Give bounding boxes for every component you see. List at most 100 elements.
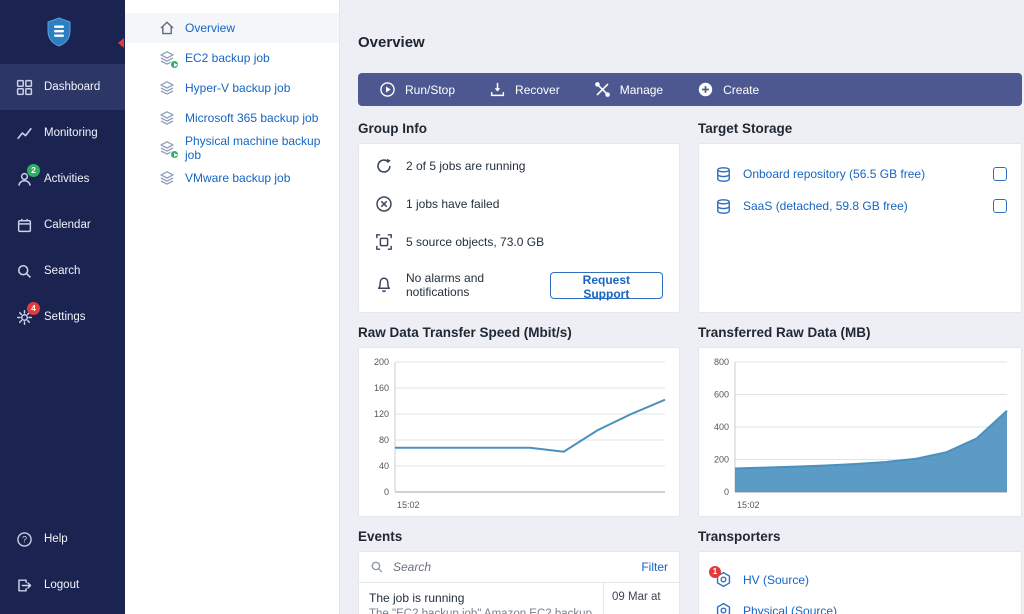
svg-text:800: 800 xyxy=(714,357,729,367)
sidebar-item-help[interactable]: Help xyxy=(0,516,125,562)
tools-icon xyxy=(594,81,611,98)
search-icon xyxy=(15,262,33,280)
job-item-label: Physical machine backup job xyxy=(185,134,339,162)
events-panel: Filter The job is running The "EC2 backu… xyxy=(358,551,680,614)
job-item-overview[interactable]: Overview xyxy=(125,13,339,43)
storage-checkbox[interactable] xyxy=(993,167,1007,181)
status-text: 5 source objects, 73.0 GB xyxy=(406,235,544,249)
storage-link[interactable]: Onboard repository (56.5 GB free) xyxy=(743,167,925,181)
sidebar-item-search[interactable]: Search xyxy=(0,248,125,294)
collapse-sidebar-icon[interactable] xyxy=(118,38,124,48)
toolbar-button-label: Manage xyxy=(620,83,663,97)
job-list: Overview EC2 backup job Hyper-V backup j… xyxy=(125,0,340,614)
svg-text:400: 400 xyxy=(714,422,729,432)
page-title: Overview xyxy=(358,34,1022,51)
transporter-row-hv: 1 HV (Source) xyxy=(715,564,1005,595)
toolbar: Run/Stop Recover Manage Create xyxy=(358,73,1022,106)
download-icon xyxy=(489,81,506,98)
user-icon: 2 xyxy=(15,170,33,188)
transporter-link[interactable]: HV (Source) xyxy=(743,573,809,587)
running-status-icon xyxy=(170,60,179,69)
backup-job-icon xyxy=(159,140,175,156)
main-content: Overview Run/Stop Recover Manage Create xyxy=(340,0,1024,614)
transporter-icon xyxy=(715,602,732,614)
events-search-input[interactable] xyxy=(393,560,632,574)
transferred-chart-title: Transferred Raw Data (MB) xyxy=(698,325,1022,347)
run-stop-button[interactable]: Run/Stop xyxy=(362,73,472,106)
job-item-hyperv[interactable]: Hyper-V backup job xyxy=(125,73,339,103)
backup-job-icon xyxy=(159,110,175,126)
svg-text:80: 80 xyxy=(379,435,389,445)
recover-button[interactable]: Recover xyxy=(472,73,577,106)
svg-text:200: 200 xyxy=(374,357,389,367)
target-storage-title: Target Storage xyxy=(698,121,1022,143)
event-title: The job is running xyxy=(369,591,593,605)
job-item-label: Overview xyxy=(185,21,235,35)
storage-link[interactable]: SaaS (detached, 59.8 GB free) xyxy=(743,199,908,213)
sidebar-item-label: Search xyxy=(44,265,80,277)
transporter-link[interactable]: Physical (Source) xyxy=(743,604,837,614)
job-item-vmware[interactable]: VMware backup job xyxy=(125,163,339,193)
job-item-label: Hyper-V backup job xyxy=(185,81,290,95)
event-row[interactable]: The job is running The "EC2 backup job" … xyxy=(359,583,679,614)
job-item-label: Microsoft 365 backup job xyxy=(185,111,318,125)
jobs-running-status: 2 of 5 jobs are running xyxy=(375,157,663,175)
sidebar-item-activities[interactable]: 2 Activities xyxy=(0,156,125,202)
sidebar-item-monitoring[interactable]: Monitoring xyxy=(0,110,125,156)
storage-row-onboard: Onboard repository (56.5 GB free) xyxy=(715,158,1007,190)
sidebar-item-settings[interactable]: 4 Settings xyxy=(0,294,125,340)
app-window: Dashboard Monitoring 2 Activities Calend… xyxy=(0,0,1024,614)
shield-logo-icon xyxy=(46,17,72,47)
sidebar-item-label: Calendar xyxy=(44,219,91,231)
manage-button[interactable]: Manage xyxy=(577,73,680,106)
sidebar-item-label: Monitoring xyxy=(44,127,98,139)
status-text: 2 of 5 jobs are running xyxy=(406,159,525,173)
calendar-icon xyxy=(15,216,33,234)
error-circle-icon xyxy=(375,195,393,213)
bell-icon xyxy=(375,276,393,294)
transporters-title: Transporters xyxy=(698,529,1022,551)
create-button[interactable]: Create xyxy=(680,73,776,106)
storage-checkbox[interactable] xyxy=(993,199,1007,213)
sidebar-item-label: Dashboard xyxy=(44,81,100,93)
toolbar-button-label: Recover xyxy=(515,83,560,97)
home-icon xyxy=(159,20,175,36)
transporter-row-physical: Physical (Source) xyxy=(715,595,1005,614)
jobs-failed-status: 1 jobs have failed xyxy=(375,195,663,213)
job-item-label: VMware backup job xyxy=(185,171,290,185)
play-circle-icon xyxy=(379,81,396,98)
job-item-ec2[interactable]: EC2 backup job xyxy=(125,43,339,73)
request-support-button[interactable]: Request Support xyxy=(550,272,663,299)
activities-count-badge: 2 xyxy=(27,164,40,177)
events-title: Events xyxy=(358,529,680,551)
chart-line-icon xyxy=(15,124,33,142)
svg-text:120: 120 xyxy=(374,409,389,419)
backup-job-icon xyxy=(159,50,175,66)
transporters-panel: 1 HV (Source) Physical (Source) xyxy=(698,551,1022,614)
transferred-chart: 020040060080015:02 xyxy=(699,348,1021,516)
sidebar: Dashboard Monitoring 2 Activities Calend… xyxy=(0,0,125,614)
svg-text:200: 200 xyxy=(714,455,729,465)
sidebar-item-label: Settings xyxy=(44,311,86,323)
job-item-physical[interactable]: Physical machine backup job xyxy=(125,133,339,163)
sidebar-nav: Dashboard Monitoring 2 Activities Calend… xyxy=(0,64,125,340)
status-text: No alarms and notifications xyxy=(406,271,537,299)
app-logo xyxy=(0,0,125,64)
events-filter-link[interactable]: Filter xyxy=(641,560,668,574)
sidebar-item-calendar[interactable]: Calendar xyxy=(0,202,125,248)
sidebar-item-logout[interactable]: Logout xyxy=(0,562,125,608)
repository-icon xyxy=(715,166,732,183)
speed-chart-title: Raw Data Transfer Speed (Mbit/s) xyxy=(358,325,680,347)
sidebar-bottom: Help Logout xyxy=(0,516,125,614)
dashboard-grid-icon xyxy=(15,78,33,96)
svg-text:40: 40 xyxy=(379,461,389,471)
job-item-microsoft365[interactable]: Microsoft 365 backup job xyxy=(125,103,339,133)
events-search-bar: Filter xyxy=(359,552,679,583)
toolbar-button-label: Create xyxy=(723,83,759,97)
gear-icon: 4 xyxy=(15,308,33,326)
group-info-panel: 2 of 5 jobs are running 1 jobs have fail… xyxy=(358,143,680,313)
group-info-title: Group Info xyxy=(358,121,680,143)
help-icon xyxy=(15,530,33,548)
sidebar-item-dashboard[interactable]: Dashboard xyxy=(0,64,125,110)
refresh-icon xyxy=(375,157,393,175)
